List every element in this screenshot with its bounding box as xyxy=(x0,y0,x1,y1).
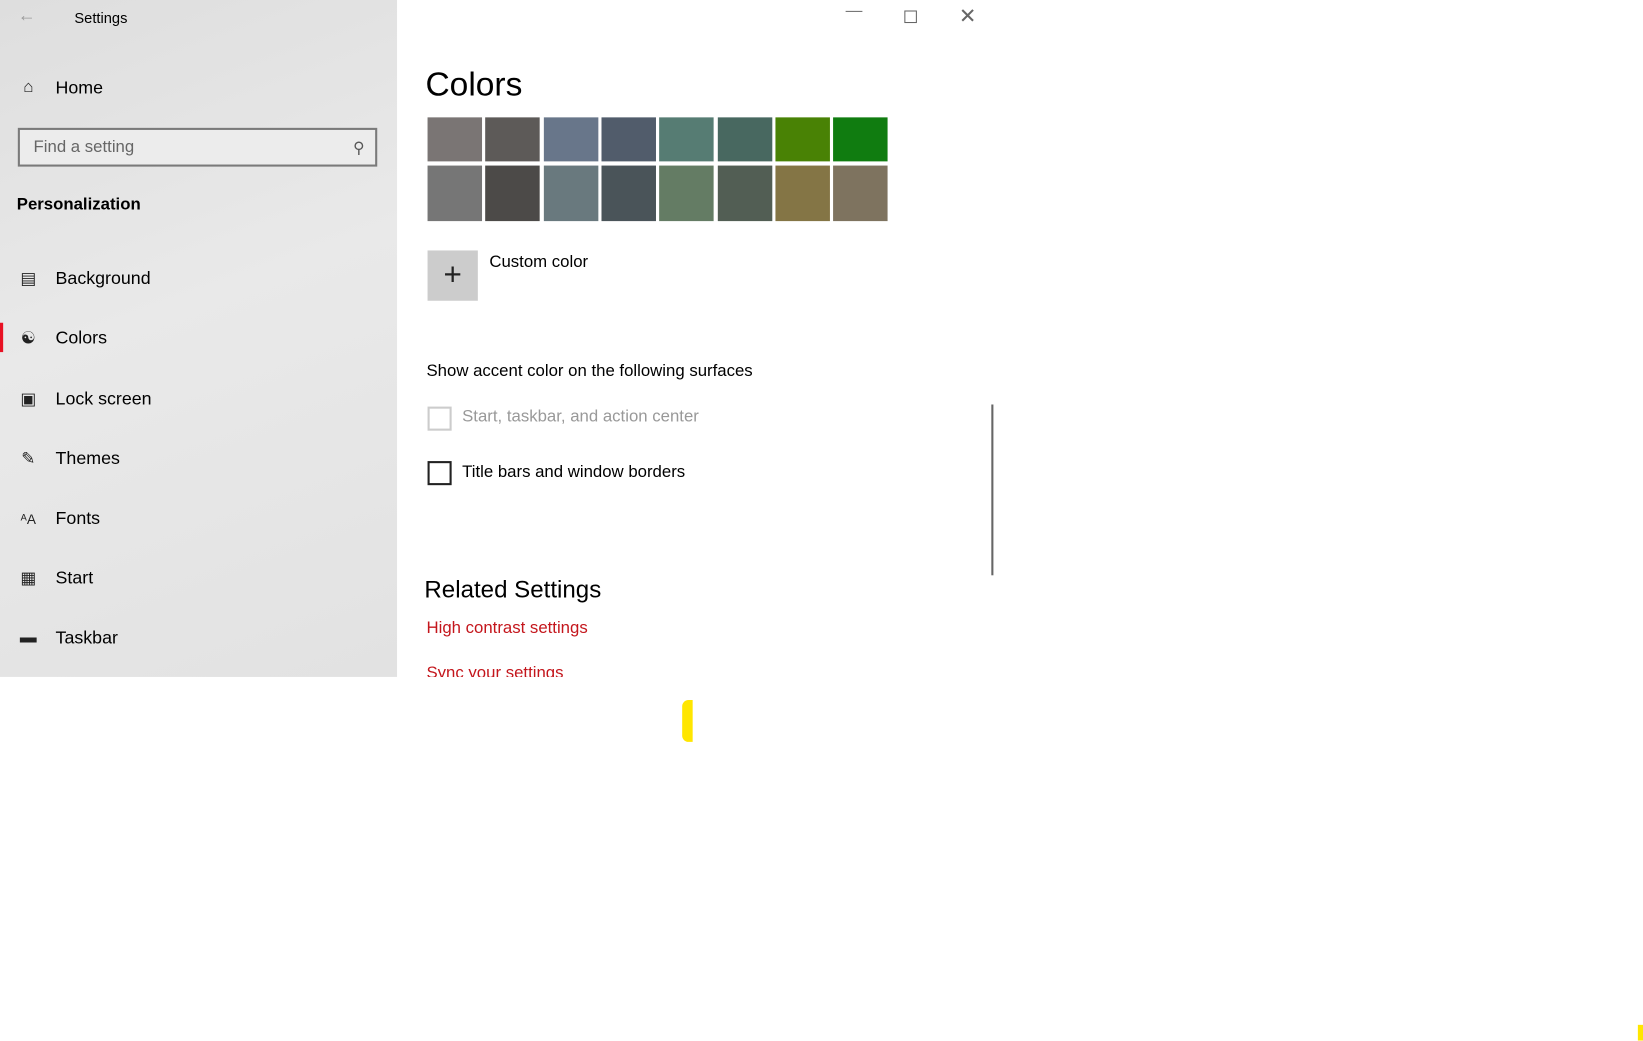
color-swatch[interactable] xyxy=(427,117,483,162)
back-arrow-icon[interactable]: ← xyxy=(18,5,36,26)
surfaces-heading: Show accent color on the following surfa… xyxy=(426,362,753,381)
sidebar-item-label: Start xyxy=(55,567,94,588)
fonts-icon: ᴬA xyxy=(20,510,36,527)
color-swatch[interactable] xyxy=(485,165,540,222)
content-pane: — ✕ Colors + Custom color Show accent co… xyxy=(397,0,995,677)
section-heading: Personalization xyxy=(16,195,141,214)
minimize-button[interactable]: — xyxy=(846,2,863,21)
sidebar-item-start[interactable]: ▦ Start xyxy=(0,557,397,599)
sidebar-item-label: Themes xyxy=(55,448,120,469)
scrollbar[interactable] xyxy=(991,404,994,576)
high-contrast-link[interactable]: High contrast settings xyxy=(426,619,587,638)
themes-icon: ✎ xyxy=(21,450,36,469)
yellow-edge-artifact xyxy=(1637,1024,1643,1041)
sidebar-item-lock-screen[interactable]: ▣ Lock screen xyxy=(0,378,397,420)
color-swatch[interactable] xyxy=(601,165,656,222)
page-title: Colors xyxy=(425,64,523,103)
palette-icon: ☯ xyxy=(20,330,36,348)
color-swatch[interactable] xyxy=(601,117,656,162)
search-input[interactable]: Find a setting ⚲ xyxy=(17,127,378,167)
custom-color-button[interactable]: + xyxy=(427,250,478,301)
close-button[interactable]: ✕ xyxy=(959,3,977,29)
lock-screen-icon: ▣ xyxy=(20,390,37,409)
related-settings-heading: Related Settings xyxy=(424,575,602,603)
color-swatch[interactable] xyxy=(485,117,540,162)
start-taskbar-label: Start, taskbar, and action center xyxy=(462,407,699,426)
sidebar-item-taskbar[interactable]: ▬ Taskbar xyxy=(0,617,397,659)
image-icon: ▤ xyxy=(20,270,37,289)
start-taskbar-checkbox[interactable] xyxy=(427,406,452,431)
color-swatch[interactable] xyxy=(775,165,830,222)
sidebar-item-fonts[interactable]: ᴬA Fonts xyxy=(0,498,397,540)
sync-settings-link[interactable]: Sync your settings xyxy=(426,664,563,677)
color-swatch[interactable] xyxy=(659,165,714,222)
home-icon: ⌂ xyxy=(23,78,34,97)
sidebar-item-label: Fonts xyxy=(55,508,101,529)
title-bars-checkbox[interactable] xyxy=(427,461,452,486)
color-swatch[interactable] xyxy=(775,117,830,162)
yellow-cursor-artifact xyxy=(682,699,693,742)
sidebar-item-background[interactable]: ▤ Background xyxy=(0,258,397,300)
sidebar: ← Settings ⌂ Home Find a setting ⚲ Perso… xyxy=(0,0,398,677)
custom-color-label[interactable]: Custom color xyxy=(489,254,588,273)
window-title: Settings xyxy=(74,9,128,27)
sidebar-item-label: Lock screen xyxy=(55,388,152,409)
color-swatch[interactable] xyxy=(833,165,888,222)
sidebar-item-label: Home xyxy=(55,77,104,98)
title-bars-label: Title bars and window borders xyxy=(462,463,686,481)
sidebar-item-home[interactable]: ⌂ Home xyxy=(0,67,397,109)
color-swatch[interactable] xyxy=(833,117,888,162)
color-swatch[interactable] xyxy=(717,165,772,222)
color-swatch[interactable] xyxy=(543,117,598,162)
plus-icon: + xyxy=(443,257,462,293)
sidebar-item-label: Background xyxy=(55,268,151,289)
taskbar-icon: ▬ xyxy=(19,628,37,647)
sidebar-item-themes[interactable]: ✎ Themes xyxy=(0,438,397,480)
search-icon[interactable]: ⚲ xyxy=(353,138,365,157)
sidebar-item-label: Colors xyxy=(55,327,108,348)
color-swatch[interactable] xyxy=(543,165,598,222)
start-icon: ▦ xyxy=(20,570,37,588)
sidebar-item-label: Taskbar xyxy=(55,627,118,648)
maximize-button[interactable] xyxy=(904,10,917,24)
color-swatch[interactable] xyxy=(717,117,772,162)
search-placeholder: Find a setting xyxy=(33,137,135,156)
color-swatch[interactable] xyxy=(659,117,714,162)
sidebar-item-colors[interactable]: ☯ Colors xyxy=(0,318,397,360)
color-swatch[interactable] xyxy=(427,165,483,222)
